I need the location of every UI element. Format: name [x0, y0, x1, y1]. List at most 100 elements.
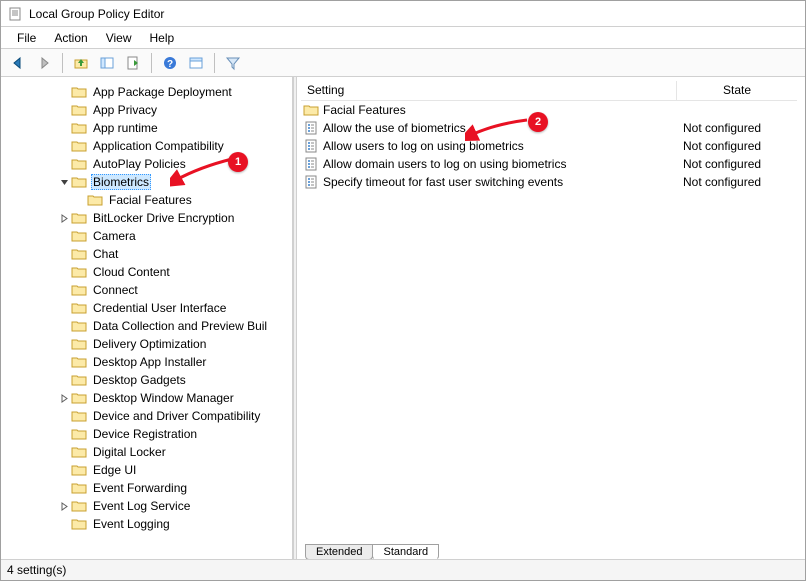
folder-icon [71, 246, 87, 262]
tree-expander-icon[interactable] [57, 391, 71, 405]
titlebar: Local Group Policy Editor [1, 1, 805, 27]
folder-icon [71, 498, 87, 514]
show-tree-button[interactable] [96, 52, 118, 74]
tree-expander-icon [57, 517, 71, 531]
help-button[interactable]: ? [159, 52, 181, 74]
tree-expander-icon [57, 463, 71, 477]
policy-icon [303, 138, 319, 154]
tree-item-label: Device and Driver Compatibility [91, 409, 262, 423]
statusbar: 4 setting(s) [1, 560, 805, 580]
tree-item[interactable]: Edge UI [9, 461, 292, 479]
tree-item-label: Camera [91, 229, 138, 243]
tree-expander-icon [57, 373, 71, 387]
tree-item[interactable]: Delivery Optimization [9, 335, 292, 353]
properties-button[interactable] [185, 52, 207, 74]
detail-row[interactable]: Facial Features [301, 101, 797, 119]
toolbar-separator [214, 53, 215, 73]
tree-expander-icon [57, 355, 71, 369]
tree-item-label: AutoPlay Policies [91, 157, 188, 171]
folder-icon [71, 426, 87, 442]
detail-row[interactable]: Allow users to log on using biometricsNo… [301, 137, 797, 155]
column-header-setting[interactable]: Setting [301, 81, 677, 100]
state-label: Not configured [677, 121, 797, 135]
tree-item[interactable]: Chat [9, 245, 292, 263]
tree-item[interactable]: Desktop Gadgets [9, 371, 292, 389]
tree-item[interactable]: BitLocker Drive Encryption [9, 209, 292, 227]
tree-item[interactable]: App Package Deployment [9, 83, 292, 101]
tree-item[interactable]: Cloud Content [9, 263, 292, 281]
tree-expander-icon[interactable] [57, 211, 71, 225]
tree-item[interactable]: Event Logging [9, 515, 292, 533]
tree-item-label: Device Registration [91, 427, 199, 441]
tree-item[interactable]: AutoPlay Policies [9, 155, 292, 173]
menu-action[interactable]: Action [46, 29, 95, 47]
export-button[interactable] [122, 52, 144, 74]
folder-icon [71, 516, 87, 532]
policy-icon [303, 174, 319, 190]
setting-label: Facial Features [323, 103, 406, 117]
menu-file[interactable]: File [9, 29, 44, 47]
tree-scroll[interactable]: App Package Deployment App Privacy App run… [1, 77, 292, 543]
tree-item[interactable]: Desktop App Installer [9, 353, 292, 371]
tree-item-label: Desktop Window Manager [91, 391, 236, 405]
tree-expander-icon [57, 103, 71, 117]
tree-item-label: Cloud Content [91, 265, 172, 279]
tree-expander-icon[interactable] [57, 499, 71, 513]
tree-expander-icon [57, 139, 71, 153]
tree-item[interactable]: Connect [9, 281, 292, 299]
tree-item-label: App Privacy [91, 103, 159, 117]
tree-item-label: Connect [91, 283, 140, 297]
detail-row[interactable]: Allow the use of biometricsNot configure… [301, 119, 797, 137]
tree-item[interactable]: Digital Locker [9, 443, 292, 461]
tree-item[interactable]: Application Compatibility [9, 137, 292, 155]
tree-item[interactable]: Event Forwarding [9, 479, 292, 497]
folder-icon [71, 390, 87, 406]
tree-item-label: Delivery Optimization [91, 337, 208, 351]
tree-expander-icon [57, 337, 71, 351]
tree-item[interactable]: Device Registration [9, 425, 292, 443]
folder-icon [71, 480, 87, 496]
setting-label: Allow domain users to log on using biome… [323, 157, 566, 171]
tree-item[interactable]: App Privacy [9, 101, 292, 119]
tree-item[interactable]: Event Log Service [9, 497, 292, 515]
back-button[interactable] [7, 52, 29, 74]
up-folder-button[interactable] [70, 52, 92, 74]
menubar: File Action View Help [1, 27, 805, 49]
tree-expander-icon [73, 193, 87, 207]
tree-expander-icon [57, 247, 71, 261]
tree-item-label: Desktop Gadgets [91, 373, 188, 387]
tree-item[interactable]: Biometrics [9, 173, 292, 191]
toolbar: ? [1, 49, 805, 77]
tree-item-label: App Package Deployment [91, 85, 234, 99]
forward-button[interactable] [33, 52, 55, 74]
tree-item[interactable]: Desktop Window Manager [9, 389, 292, 407]
statusbar-text: 4 setting(s) [7, 563, 66, 577]
tree-expander-icon [57, 157, 71, 171]
detail-row[interactable]: Allow domain users to log on using biome… [301, 155, 797, 173]
tab-standard[interactable]: Standard [372, 544, 439, 560]
tree-expander-icon [57, 445, 71, 459]
tree-item[interactable]: Device and Driver Compatibility [9, 407, 292, 425]
tree-item-label: Desktop App Installer [91, 355, 208, 369]
folder-icon [71, 264, 87, 280]
tree-expander-icon [57, 121, 71, 135]
detail-row[interactable]: Specify timeout for fast user switching … [301, 173, 797, 191]
tree-item[interactable]: Credential User Interface [9, 299, 292, 317]
filter-button[interactable] [222, 52, 244, 74]
tree-item[interactable]: App runtime [9, 119, 292, 137]
tree-horizontal-scrollbar[interactable] [1, 543, 292, 559]
tree-item[interactable]: Camera [9, 227, 292, 245]
tree-expander-icon[interactable] [57, 175, 71, 189]
tree-expander-icon [57, 85, 71, 99]
tree-item-label: Event Forwarding [91, 481, 189, 495]
tab-extended[interactable]: Extended [305, 544, 373, 560]
menu-view[interactable]: View [98, 29, 140, 47]
setting-label: Specify timeout for fast user switching … [323, 175, 563, 189]
tree-item[interactable]: Facial Features [9, 191, 292, 209]
window-title: Local Group Policy Editor [29, 7, 164, 21]
menu-help[interactable]: Help [142, 29, 183, 47]
tree-expander-icon [57, 265, 71, 279]
column-header-state[interactable]: State [677, 81, 797, 100]
tree-item[interactable]: Data Collection and Preview Buil [9, 317, 292, 335]
state-label: Not configured [677, 175, 797, 189]
